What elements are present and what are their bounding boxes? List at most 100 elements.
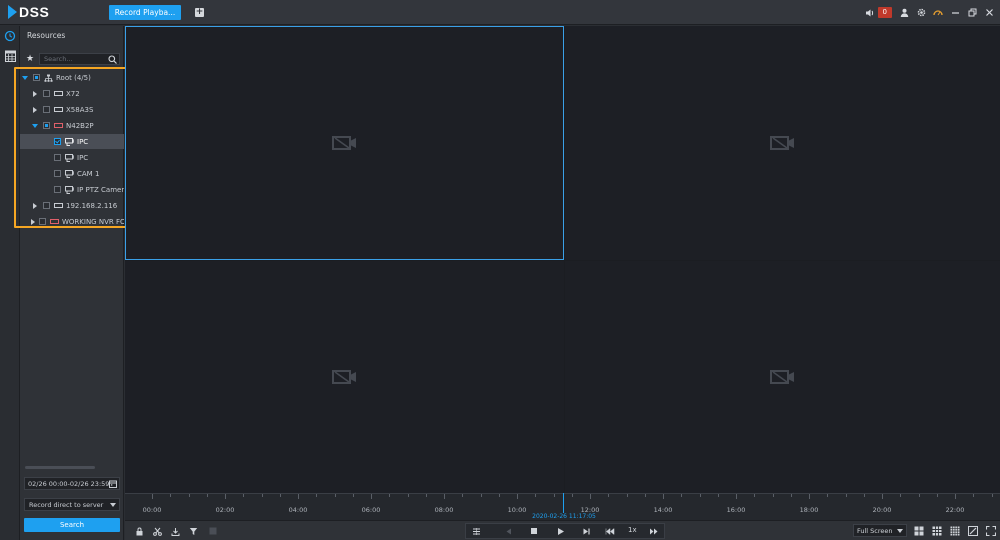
collapse-arrow-icon[interactable] (31, 202, 39, 209)
video-window-4[interactable] (565, 261, 1000, 493)
scissors-icon[interactable] (151, 525, 163, 537)
search-button[interactable]: Search (24, 518, 120, 532)
expand-arrow-icon[interactable] (31, 123, 39, 128)
tree-node-label: X58A3S (66, 105, 94, 114)
timeline-minor-tick (644, 494, 646, 497)
tree-node-channel-selected[interactable]: IPC (20, 134, 124, 149)
record-square-icon[interactable] (207, 525, 219, 537)
layout-3x3-icon[interactable] (931, 525, 943, 537)
timeline-minor-tick (608, 494, 610, 497)
tree-checkbox[interactable] (54, 138, 61, 145)
playback-module-button[interactable] (0, 26, 20, 46)
chevron-down-icon (897, 529, 903, 533)
tree-checkbox[interactable] (54, 186, 61, 193)
tree-checkbox[interactable] (43, 122, 50, 129)
video-window-3[interactable] (125, 261, 564, 493)
panel-horizontal-scrollbar[interactable] (25, 466, 95, 469)
speaker-icon[interactable] (865, 8, 875, 18)
collapse-arrow-icon[interactable] (31, 90, 39, 97)
tree-node-device[interactable]: N42B2P (20, 118, 124, 133)
window-ratio-icon[interactable] (967, 525, 979, 537)
nvr-device-icon (54, 123, 63, 128)
tree-node-channel[interactable]: CAM 1 (20, 166, 124, 181)
tree-node-channel[interactable]: IPC (20, 150, 124, 165)
tree-node-channel[interactable]: IP PTZ Camera (20, 182, 124, 197)
tree-node-label: WORKING NVR FO (62, 217, 124, 226)
lock-icon[interactable] (133, 525, 145, 537)
search-icon[interactable] (108, 54, 117, 64)
tree-node-device[interactable]: X72 (20, 86, 124, 101)
play-icon[interactable] (554, 525, 566, 537)
sync-playback-icon[interactable] (470, 525, 482, 537)
tree-checkbox[interactable] (54, 170, 61, 177)
video-window-1[interactable] (125, 26, 564, 260)
fullscreen-select[interactable]: Full Screen (853, 524, 907, 537)
restore-icon[interactable] (967, 8, 977, 18)
tab-record-playback[interactable]: Record Playba... (109, 5, 181, 20)
timeline-tick-label: 18:00 (799, 506, 819, 514)
tree-node-device[interactable]: WORKING NVR FO (20, 214, 124, 229)
timeline-tick (371, 494, 372, 499)
date-range-field[interactable]: 02/26 00:00-02/26 23:59 (24, 477, 120, 490)
timeline-tick (517, 494, 518, 499)
slow-down-icon[interactable] (604, 525, 616, 537)
close-icon[interactable] (984, 8, 994, 18)
download-icon[interactable] (169, 525, 181, 537)
fast-forward-icon[interactable] (648, 525, 660, 537)
timeline-minor-tick (170, 494, 172, 497)
tree-node-device[interactable]: 192.168.2.116 (20, 198, 124, 213)
video-window-2[interactable] (565, 26, 1000, 260)
tree-checkbox[interactable] (43, 106, 50, 113)
expand-arrow-icon[interactable] (21, 75, 29, 80)
gauge-icon[interactable] (933, 8, 943, 18)
layout-4x4-icon[interactable] (949, 525, 961, 537)
fullscreen-icon[interactable] (985, 525, 997, 537)
timeline-tick-label: 20:00 (872, 506, 892, 514)
video-grid (125, 26, 1000, 493)
timeline-minor-tick (827, 494, 829, 497)
collapse-arrow-icon[interactable] (31, 218, 35, 225)
timeline-minor-tick (334, 494, 336, 497)
timeline-tick-label: 10:00 (507, 506, 527, 514)
no-video-icon (331, 136, 356, 150)
timeline-minor-tick (498, 494, 500, 497)
resource-panel: Resources ★ Root (4/5) X72 X58A3S (20, 26, 124, 540)
dss-logo-icon (8, 5, 17, 19)
gear-icon[interactable] (916, 8, 926, 18)
tree-checkbox[interactable] (33, 74, 40, 81)
favorites-star-icon[interactable]: ★ (24, 54, 36, 64)
timeline-cursor[interactable] (563, 493, 564, 513)
calendar-module-button[interactable] (0, 46, 20, 66)
record-source-select[interactable]: Record direct to server (24, 498, 120, 511)
stop-icon[interactable] (528, 525, 540, 537)
filter-icon[interactable] (187, 525, 199, 537)
dss-logo: DSS (8, 4, 49, 20)
tree-checkbox[interactable] (43, 202, 50, 209)
tree-checkbox[interactable] (43, 90, 50, 97)
timeline-minor-tick (717, 494, 719, 497)
calendar-grid-icon (4, 50, 16, 62)
timeline-minor-tick (863, 494, 865, 497)
timeline-minor-tick (389, 494, 391, 497)
step-forward-icon[interactable] (580, 525, 592, 537)
alarm-count-badge[interactable]: 0 (877, 7, 892, 18)
timeline-minor-tick (352, 494, 354, 497)
tree-checkbox[interactable] (39, 218, 46, 225)
record-source-value: Record direct to server (29, 500, 104, 509)
chevron-down-icon (110, 503, 116, 507)
playback-timeline[interactable]: 2020-02-26 11:17:05 00:00 02:00 04:00 06:00… (125, 493, 1000, 520)
collapse-arrow-icon[interactable] (31, 106, 39, 113)
timeline-minor-tick (188, 494, 190, 497)
add-tab-button[interactable]: + (195, 8, 204, 17)
timeline-minor-tick (261, 494, 263, 497)
step-back-icon[interactable] (502, 525, 514, 537)
tree-checkbox[interactable] (54, 154, 61, 161)
user-icon[interactable] (899, 8, 909, 18)
tree-node-device[interactable]: X58A3S (20, 102, 124, 117)
timeline-minor-tick (754, 494, 756, 497)
calendar-icon[interactable] (109, 480, 117, 488)
tree-node-label: N42B2P (66, 121, 94, 130)
tree-node-root[interactable]: Root (4/5) (20, 70, 124, 85)
layout-2x2-icon[interactable] (913, 525, 925, 537)
minimize-icon[interactable] (950, 8, 960, 18)
